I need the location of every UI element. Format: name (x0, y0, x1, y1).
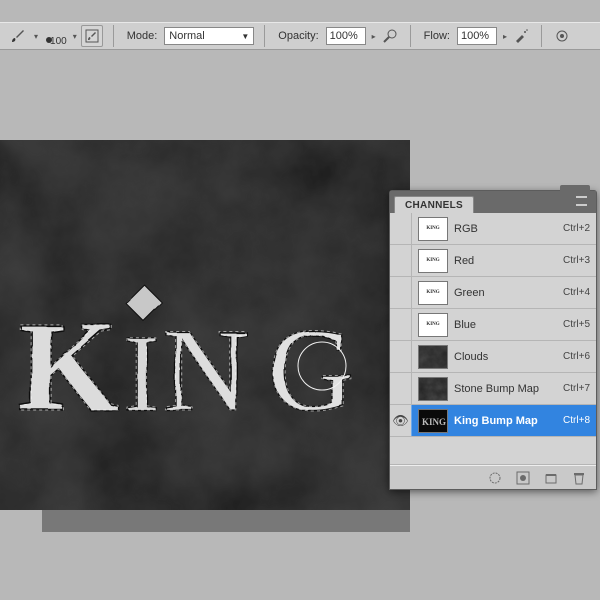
delete-channel-icon[interactable] (572, 471, 586, 485)
channel-thumbnail: KING (418, 217, 448, 241)
channel-row-rgb[interactable]: KING RGBCtrl+2 (390, 213, 596, 245)
brush-panel-toggle[interactable] (81, 25, 103, 47)
blend-mode-dropdown[interactable]: Normal ▼ (164, 27, 254, 45)
channel-row-red[interactable]: KING RedCtrl+3 (390, 245, 596, 277)
channel-name: RGB (454, 223, 563, 235)
channel-thumbnail (418, 377, 448, 401)
channel-shortcut: Ctrl+5 (563, 319, 590, 330)
channel-name: King Bump Map (454, 415, 563, 427)
opacity-arrow[interactable]: ▸ (372, 32, 376, 41)
channel-row-clouds[interactable]: CloudsCtrl+6 (390, 341, 596, 373)
mode-label: Mode: (127, 30, 158, 42)
canvas[interactable]: K I N G K I N G (0, 140, 410, 510)
channel-shortcut: Ctrl+7 (563, 383, 590, 394)
channel-thumbnail: KING (418, 313, 448, 337)
flow-value: 100% (461, 30, 489, 42)
brush-icon[interactable] (8, 26, 28, 46)
channel-thumbnail: KING (418, 409, 448, 433)
tablet-pressure-icon[interactable] (552, 26, 572, 46)
channel-list: KINGRGBCtrl+2KINGRedCtrl+3KINGGreenCtrl+… (390, 213, 596, 437)
flow-field[interactable]: 100% (457, 27, 497, 45)
channel-thumbnail: KING (418, 249, 448, 273)
channel-name: Red (454, 255, 563, 267)
selection-marquee: K (18, 295, 119, 439)
new-channel-icon[interactable] (544, 471, 558, 485)
svg-text:N: N (162, 303, 249, 436)
visibility-toggle[interactable] (390, 341, 412, 372)
visibility-toggle[interactable]: 👁 (390, 405, 412, 436)
svg-text:KING: KING (422, 417, 446, 427)
chevron-down-icon: ▼ (241, 32, 249, 41)
channel-name: Green (454, 287, 563, 299)
visibility-toggle[interactable] (390, 277, 412, 308)
brush-size-arrow[interactable]: ▾ (73, 32, 77, 41)
channel-shortcut: Ctrl+6 (563, 351, 590, 362)
visibility-toggle[interactable] (390, 213, 412, 244)
panel-filler (390, 437, 596, 465)
channel-shortcut: Ctrl+4 (563, 287, 590, 298)
channel-name: Clouds (454, 351, 563, 363)
channel-shortcut: Ctrl+3 (563, 255, 590, 266)
flow-label: Flow: (424, 30, 450, 42)
flow-arrow[interactable]: ▸ (503, 32, 507, 41)
channel-row-green[interactable]: KING GreenCtrl+4 (390, 277, 596, 309)
opacity-label: Opacity: (278, 30, 318, 42)
channel-row-stone-bump-map[interactable]: Stone Bump MapCtrl+7 (390, 373, 596, 405)
visibility-toggle[interactable] (390, 245, 412, 276)
channel-thumbnail (418, 345, 448, 369)
opacity-pressure-icon[interactable] (380, 26, 400, 46)
panel-tab-bar: CHANNELS (390, 191, 596, 213)
save-selection-icon[interactable] (516, 471, 530, 485)
channel-shortcut: Ctrl+2 (563, 223, 590, 234)
opacity-field[interactable]: 100% (326, 27, 366, 45)
channel-row-blue[interactable]: KING BlueCtrl+5 (390, 309, 596, 341)
channel-row-king-bump-map[interactable]: 👁 KING King Bump MapCtrl+8 (390, 405, 596, 437)
channel-shortcut: Ctrl+8 (563, 415, 590, 426)
brush-size-value: 100 (50, 36, 67, 47)
brush-preset-arrow[interactable]: ▾ (34, 32, 38, 41)
opacity-value: 100% (330, 30, 358, 42)
eye-icon: 👁 (392, 413, 409, 429)
channel-name: Stone Bump Map (454, 383, 563, 395)
blend-mode-value: Normal (169, 30, 204, 42)
channels-panel: CHANNELS KING RGBCtrl+2 KING RedCtrl+3 KING G… (389, 190, 597, 490)
channel-name: Blue (454, 319, 563, 331)
panel-menu-icon[interactable] (576, 196, 592, 208)
canvas-shadow (42, 510, 410, 532)
options-bar: ▾ 100 ▾ Mode: Normal ▼ Opacity: 100% ▸ F… (0, 22, 600, 50)
panel-footer (390, 465, 596, 489)
airbrush-icon[interactable] (511, 26, 531, 46)
svg-text:I: I (123, 312, 160, 434)
channel-thumbnail: KING (418, 281, 448, 305)
visibility-toggle[interactable] (390, 373, 412, 404)
svg-text:G: G (268, 303, 355, 436)
visibility-toggle[interactable] (390, 309, 412, 340)
load-selection-icon[interactable] (488, 471, 502, 485)
tab-channels[interactable]: CHANNELS (394, 196, 474, 213)
